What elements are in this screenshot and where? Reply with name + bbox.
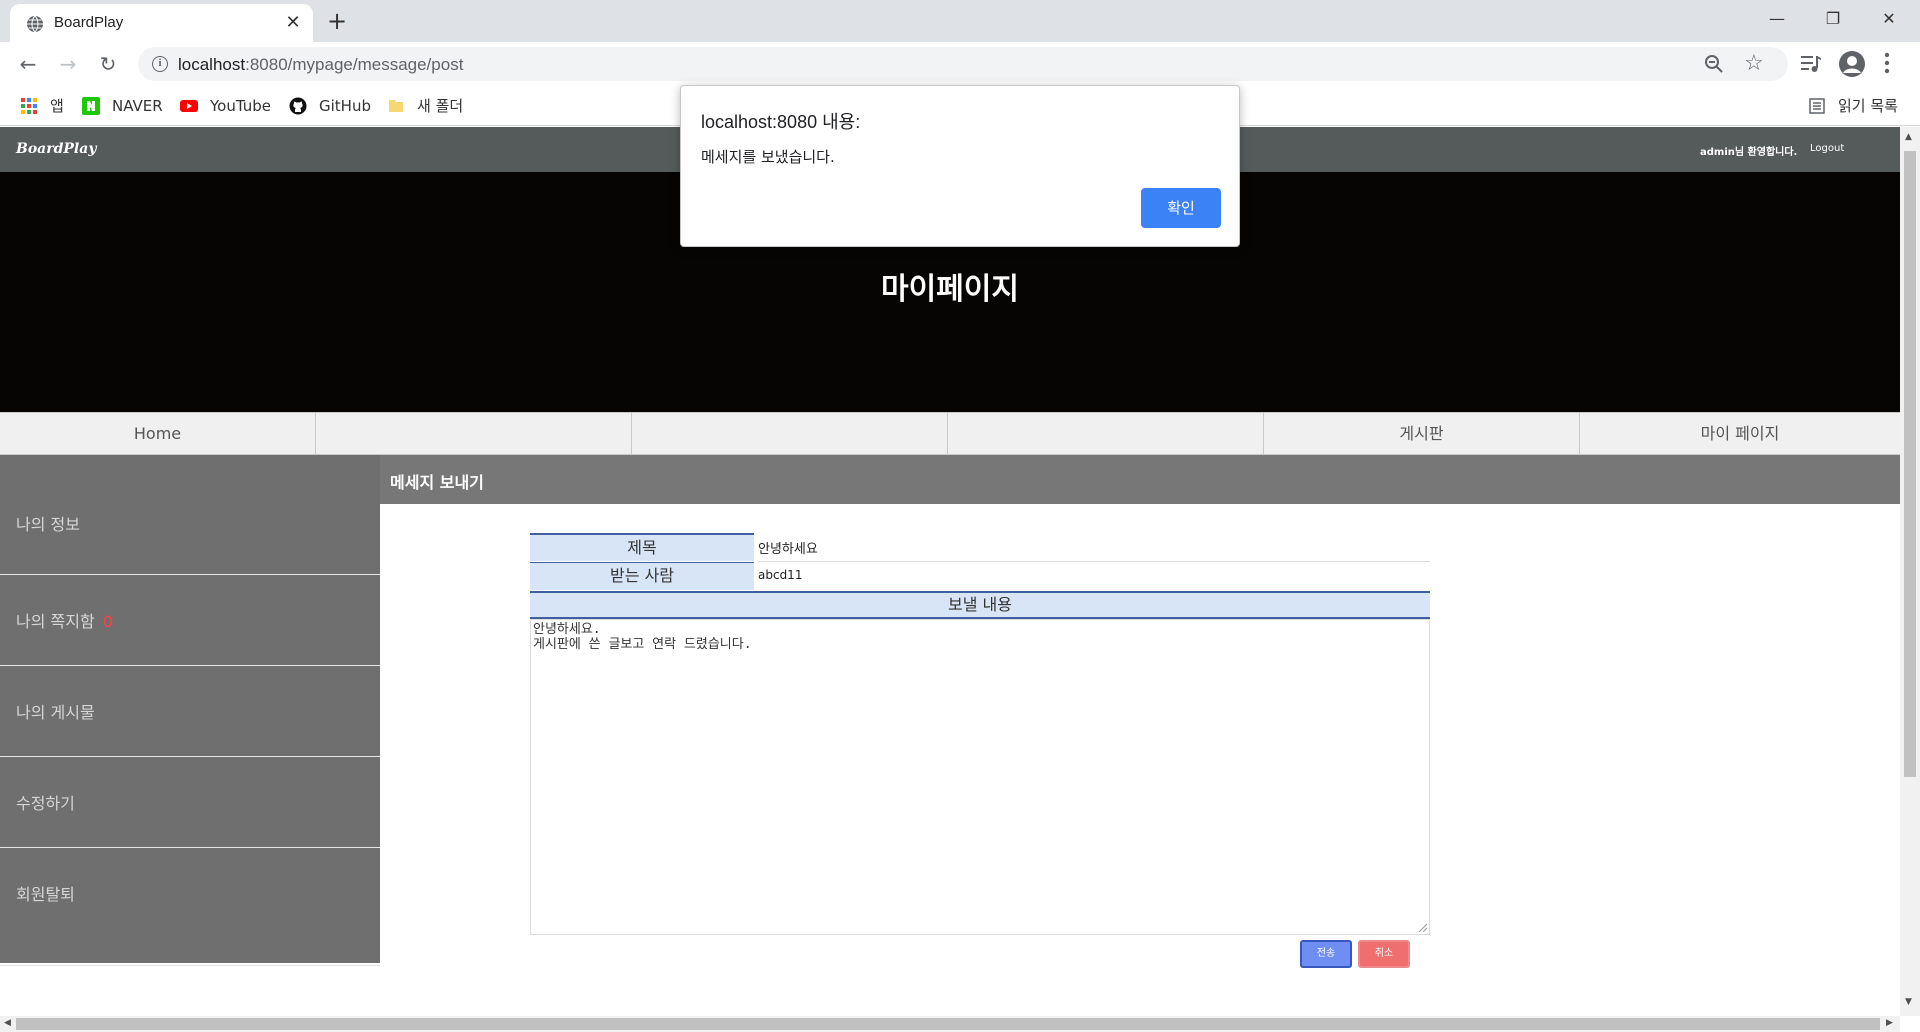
scroll-right-arrow-icon[interactable]: ▶ bbox=[1886, 1018, 1893, 1028]
sidebar-item-label: 나의 정보 bbox=[16, 515, 80, 534]
window-restore-button[interactable]: ❐ bbox=[1810, 0, 1856, 40]
menu-item-empty[interactable] bbox=[948, 413, 1264, 454]
alert-title: localhost:8080 내용: bbox=[701, 112, 861, 132]
tab-close-icon[interactable]: ✕ bbox=[282, 12, 304, 34]
resize-grip-icon[interactable] bbox=[1417, 922, 1427, 932]
sidebar-item-label: 수정하기 bbox=[16, 794, 75, 813]
bookmark-label: GitHub bbox=[319, 97, 371, 115]
sidebar-item-label: 나의 게시물 bbox=[16, 703, 95, 722]
media-control-icon[interactable] bbox=[1800, 54, 1822, 74]
github-icon bbox=[289, 97, 307, 115]
sidebar-item-withdraw[interactable]: 회원탈퇴 bbox=[0, 848, 380, 939]
scrollbar-thumb[interactable] bbox=[1904, 151, 1916, 777]
sidebar-item-label: 나의 쪽지함 0 bbox=[16, 612, 113, 631]
message-body-label: 보낼 내용 bbox=[530, 591, 1430, 619]
scroll-left-arrow-icon[interactable]: ◀ bbox=[4, 1018, 11, 1028]
bookmark-label: NAVER bbox=[112, 97, 163, 115]
window-close-button[interactable]: ✕ bbox=[1866, 0, 1912, 40]
section-title: 메세지 보내기 bbox=[390, 473, 484, 492]
back-arrow-icon[interactable]: ← bbox=[14, 50, 42, 78]
divider bbox=[0, 965, 380, 966]
reading-list-label: 읽기 목록 bbox=[1838, 97, 1898, 115]
window-minimize-button[interactable]: — bbox=[1754, 0, 1800, 40]
cancel-button[interactable]: 취소 bbox=[1358, 940, 1410, 968]
recipient-field[interactable]: abcd11 bbox=[758, 568, 1430, 592]
main-menu: Home 게시판 마이 페이지 bbox=[0, 412, 1900, 455]
page-title: 마이페이지 bbox=[881, 272, 1019, 307]
menu-item-mypage[interactable]: 마이 페이지 bbox=[1580, 413, 1900, 454]
naver-icon bbox=[82, 97, 100, 115]
globe-icon bbox=[27, 15, 43, 33]
message-body-text: 안녕하세요. 게시판에 쓴 글보고 연락 드렸습니다. bbox=[533, 622, 752, 652]
tab-title: BoardPlay bbox=[54, 14, 124, 31]
menu-item-empty[interactable] bbox=[632, 413, 948, 454]
browser-tab[interactable]: BoardPlay ✕ bbox=[10, 4, 313, 42]
alert-ok-button[interactable]: 확인 bbox=[1141, 188, 1221, 228]
new-tab-button[interactable]: + bbox=[323, 8, 351, 36]
content-header: 메세지 보내기 bbox=[380, 455, 1900, 504]
address-bar[interactable]: i localhost:8080/mypage/message/post ☆ bbox=[138, 47, 1788, 81]
zoom-out-icon[interactable] bbox=[1704, 54, 1724, 74]
reading-list-icon bbox=[1809, 98, 1825, 114]
message-body-textarea[interactable]: 안녕하세요. 게시판에 쓴 글보고 연락 드렸습니다. bbox=[530, 619, 1430, 935]
sidebar-item-my-posts[interactable]: 나의 게시물 bbox=[0, 666, 380, 757]
send-button[interactable]: 전송 bbox=[1300, 940, 1352, 968]
folder-icon bbox=[389, 100, 403, 112]
menu-item-board[interactable]: 게시판 bbox=[1264, 413, 1580, 454]
scroll-up-arrow-icon[interactable]: ▲ bbox=[1905, 132, 1912, 142]
alert-dialog: localhost:8080 내용: 메세지를 보냈습니다. 확인 bbox=[680, 85, 1240, 247]
kebab-menu-icon[interactable] bbox=[1884, 52, 1890, 74]
menu-item-empty[interactable] bbox=[316, 413, 632, 454]
browser-toolbar: ← → ↻ i localhost:8080/mypage/message/po… bbox=[0, 42, 1920, 86]
bookmark-label: 새 폴더 bbox=[417, 97, 464, 115]
scrollbar-thumb[interactable] bbox=[16, 1018, 1880, 1030]
subject-label: 제목 bbox=[530, 533, 754, 561]
url-text[interactable]: localhost:8080/mypage/message/post bbox=[178, 55, 463, 75]
bookmark-label: YouTube bbox=[210, 97, 271, 115]
alert-message: 메세지를 보냈습니다. bbox=[701, 148, 835, 166]
sidebar-item-label: 회원탈퇴 bbox=[16, 885, 75, 904]
sidebar-item-my-info[interactable]: 나의 정보 bbox=[0, 455, 380, 575]
tab-strip: BoardPlay ✕ + — ❐ ✕ bbox=[0, 0, 1920, 42]
welcome-text: admin님 환영합니다. bbox=[1700, 147, 1798, 158]
apps-grid-icon bbox=[21, 98, 37, 114]
sidebar-item-edit[interactable]: 수정하기 bbox=[0, 757, 380, 848]
unread-count-badge: 0 bbox=[102, 612, 113, 631]
menu-item-home[interactable]: Home bbox=[0, 413, 316, 454]
forward-arrow-icon[interactable]: → bbox=[54, 50, 82, 78]
sidebar-item-message-box[interactable]: 나의 쪽지함 0 bbox=[0, 575, 380, 666]
subject-field[interactable]: 안녕하세요 bbox=[758, 538, 1430, 562]
recipient-label: 받는 사람 bbox=[530, 562, 754, 590]
bookmark-star-icon[interactable]: ☆ bbox=[1744, 52, 1764, 76]
horizontal-scrollbar[interactable]: ◀ ▶ bbox=[0, 1016, 1900, 1032]
site-logo[interactable]: BoardPlay bbox=[16, 141, 96, 157]
youtube-icon bbox=[180, 100, 198, 112]
logout-link[interactable]: Logout bbox=[1810, 143, 1844, 154]
profile-avatar-icon[interactable] bbox=[1838, 50, 1866, 78]
bookmark-label: 앱 bbox=[50, 97, 64, 115]
vertical-scrollbar[interactable]: ▲ ▼ bbox=[1900, 127, 1920, 1016]
scroll-down-arrow-icon[interactable]: ▼ bbox=[1905, 997, 1912, 1007]
mypage-sidebar: 나의 정보 나의 쪽지함 0 나의 게시물 수정하기 회원탈퇴 bbox=[0, 455, 380, 963]
reload-icon[interactable]: ↻ bbox=[94, 50, 122, 78]
site-info-icon[interactable]: i bbox=[152, 56, 168, 72]
